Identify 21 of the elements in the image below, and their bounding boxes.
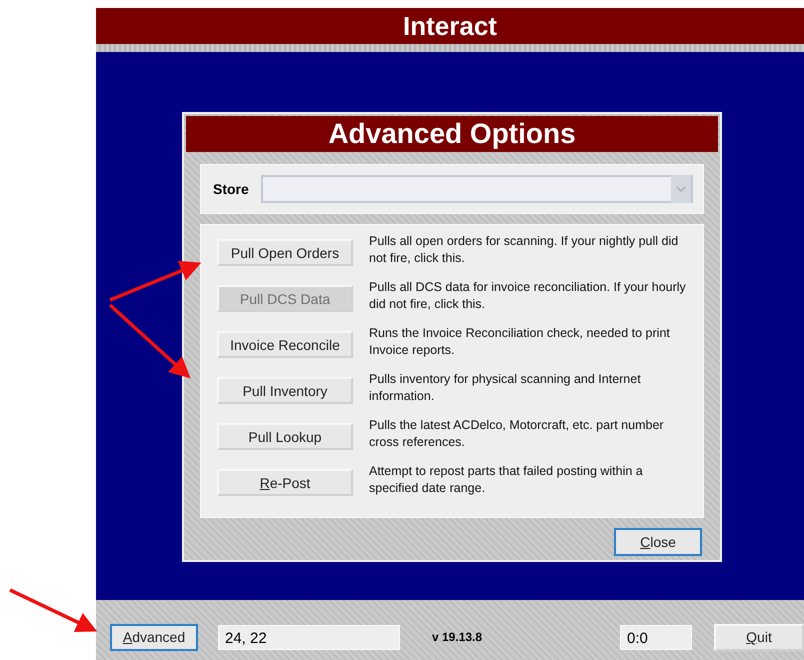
store-dropdown[interactable] <box>260 175 693 203</box>
store-label: Store <box>213 181 249 197</box>
advanced-button[interactable]: Advanced <box>110 624 198 650</box>
option-description: Pulls inventory for physical scanning and Internet information. <box>369 371 642 405</box>
option-description: Pulls all DCS data for invoice reconciliation. If your hourly did not fire, click this. <box>369 279 687 313</box>
option-button[interactable]: Re-Post <box>217 469 353 496</box>
version-label: v 19.13.8 <box>432 630 484 644</box>
counter-field: 0:0 <box>620 624 692 650</box>
option-button[interactable]: Invoice Reconcile <box>217 331 353 358</box>
option-description: Pulls the latest ACDelco, Motorcraft, etc. part number cross references. <box>369 417 665 451</box>
window-title: Interact <box>403 10 497 42</box>
option-button[interactable]: Pull Inventory <box>217 377 353 404</box>
option-description: Pulls all open orders for scanning. If your nightly pull did not fire, click this. <box>369 233 680 267</box>
dialog-title: Advanced Options <box>328 118 576 150</box>
option-description: Runs the Invoice Reconciliation check, needed to print Invoice reports. <box>369 325 671 359</box>
close-button[interactable]: Close <box>614 528 702 556</box>
quit-button[interactable]: Quit <box>714 624 804 650</box>
option-description: Attempt to repost parts that failed posting within a specified date range. <box>369 463 644 497</box>
option-button[interactable]: Pull Lookup <box>217 423 353 450</box>
option-button[interactable]: Pull Open Orders <box>217 239 353 266</box>
position-field: 24, 22 <box>218 624 400 650</box>
